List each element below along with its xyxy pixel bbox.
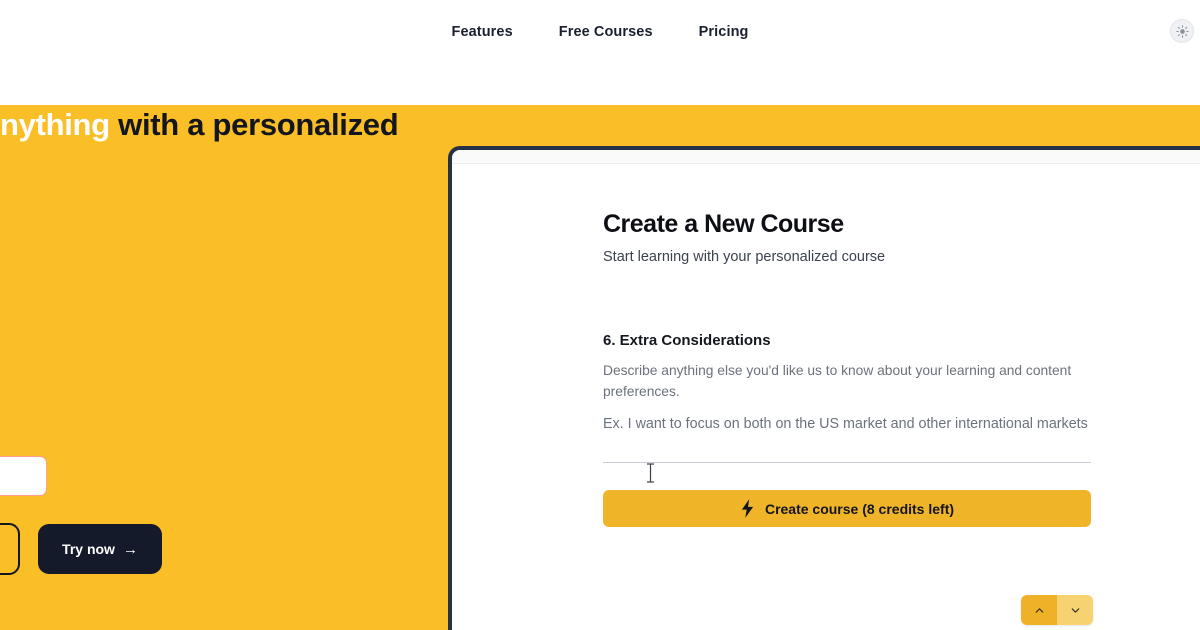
app-card-body: Create a New Course Start learning with … [452, 164, 1200, 630]
arrow-right-icon: → [122, 540, 138, 558]
create-course-button[interactable]: Create course (8 credits left) [603, 490, 1091, 527]
app-preview-card: Create a New Course Start learning with … [448, 146, 1200, 630]
nav-link-free-courses[interactable]: Free Courses [555, 20, 657, 44]
try-now-button[interactable]: Try now → [38, 524, 162, 574]
product-hunt-badge[interactable]: Hunt 138 [0, 456, 47, 496]
page-title: Create a New Course [603, 210, 844, 238]
secondary-cta-button[interactable] [0, 523, 20, 575]
list-item: ing [0, 425, 428, 453]
hero-headline-rest: with a personalized [109, 107, 399, 142]
nav-link-features[interactable]: Features [448, 20, 517, 44]
sun-icon [1175, 24, 1189, 38]
step-navigation [1021, 595, 1093, 625]
text-cursor-icon [647, 463, 654, 483]
nav-links: Features Free Courses Pricing [0, 20, 1200, 44]
extra-considerations-input[interactable] [603, 413, 1091, 463]
step-previous-button[interactable] [1021, 595, 1057, 625]
hero-subheadline: wn learning plan with AI. [0, 307, 408, 329]
theme-toggle-button[interactable] [1170, 19, 1194, 43]
lightning-bolt-icon [741, 499, 754, 518]
chevron-down-icon [1071, 607, 1079, 613]
list-item: es and project ideas [0, 397, 428, 425]
try-now-label: Try now [62, 541, 115, 557]
browser-chrome-bar [452, 150, 1200, 164]
step-next-button[interactable] [1057, 595, 1093, 625]
page-subtitle: Start learning with your personalized co… [603, 249, 886, 265]
nav-link-pricing[interactable]: Pricing [695, 20, 753, 44]
hero-feature-list: apters and articles into a course es and… [0, 341, 428, 453]
section-description: Describe anything else you'd like us to … [603, 363, 1072, 399]
section-heading: 6. Extra Considerations [603, 332, 771, 349]
hero-headline-highlight: nything [0, 107, 110, 142]
list-item: and articles into a course [0, 369, 428, 397]
list-item: apters [0, 341, 428, 369]
hero-headline: nything with a personalized [0, 105, 1200, 145]
top-navigation-bar: Features Free Courses Pricing [0, 0, 1200, 105]
chevron-up-icon [1035, 607, 1043, 613]
create-course-label: Create course (8 credits left) [764, 500, 955, 517]
